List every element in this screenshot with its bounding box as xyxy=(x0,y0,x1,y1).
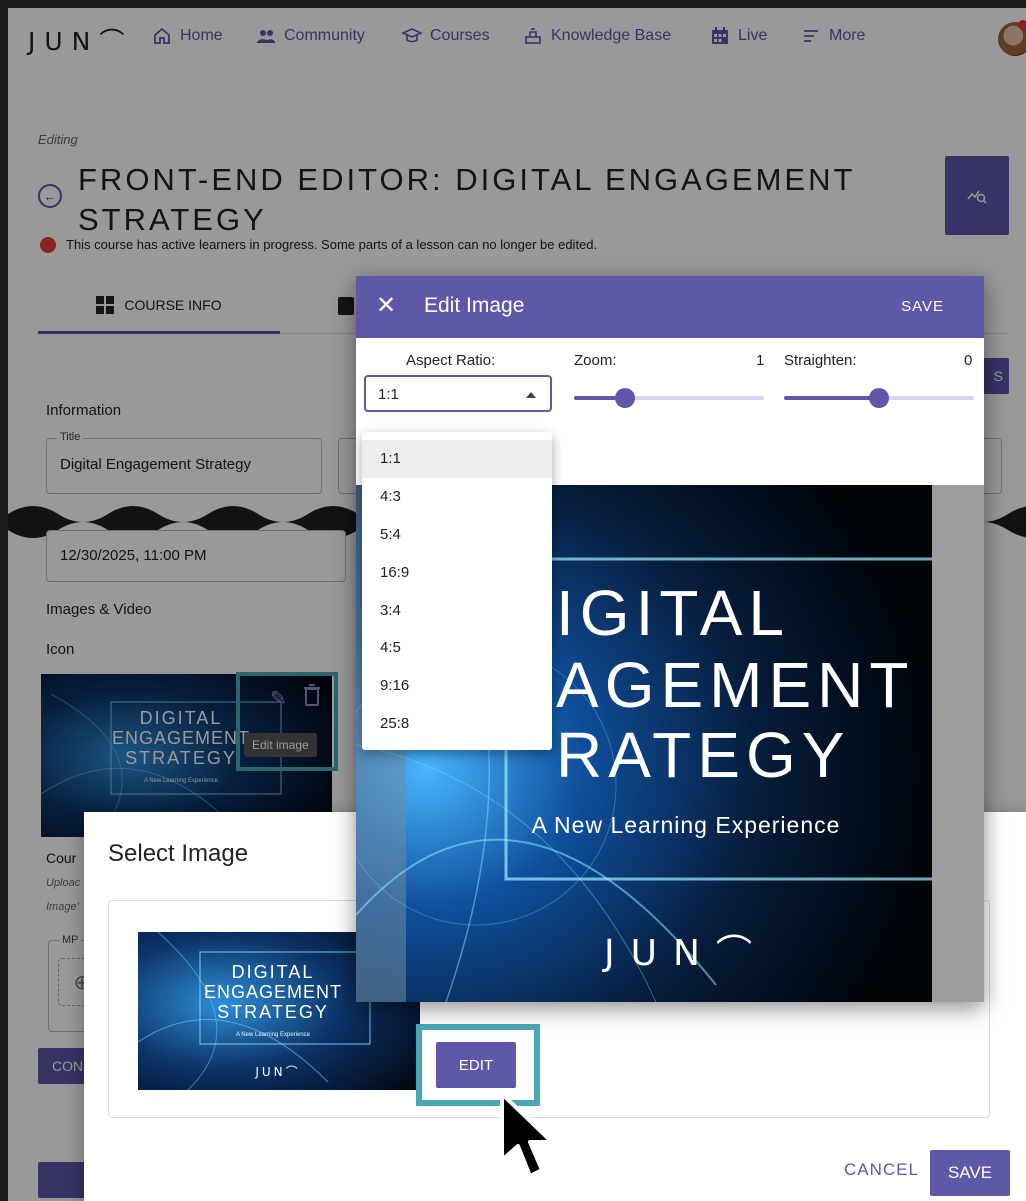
straighten-label: Straighten: xyxy=(784,352,857,369)
pencil-icon[interactable]: ✎ xyxy=(270,686,287,711)
analytics-button[interactable] xyxy=(945,156,1009,235)
nav-community-label: Community xyxy=(284,27,365,44)
zoom-label: Zoom: xyxy=(574,352,617,369)
edit-image-dialog: ✕ Edit Image SAVE Aspect Ratio: 1:1 Zoom… xyxy=(356,276,984,1002)
nav-home-label: Home xyxy=(180,27,223,44)
editing-label: Editing xyxy=(38,132,78,147)
upload-hint: Uploac xyxy=(46,877,81,889)
straighten-slider[interactable] xyxy=(784,388,974,408)
nav-courses[interactable]: Courses xyxy=(402,26,490,46)
analytics-search-icon xyxy=(967,190,987,204)
zoom-slider[interactable] xyxy=(574,388,764,408)
back-arrow-icon[interactable]: ← xyxy=(38,184,62,208)
select-thumb-tagline: A New Learning Experience xyxy=(236,1032,311,1038)
thumb-line3: STRATEGY xyxy=(125,748,237,768)
select-thumb-line3: STRATEGY xyxy=(217,1002,329,1022)
edit-image-header: ✕ Edit Image SAVE xyxy=(356,276,984,338)
aspect-ratio-dropdown: 1:1 4:3 5:4 16:9 3:4 4:5 9:16 25:8 xyxy=(362,432,552,750)
preview-line1: IGITAL xyxy=(556,577,790,649)
preview-line3: RATEGY xyxy=(556,719,850,791)
book-icon[interactable] xyxy=(338,297,354,315)
preview-tagline: A New Learning Experience xyxy=(532,812,841,838)
information-label: Information xyxy=(46,402,122,419)
aspect-option[interactable]: 4:3 xyxy=(362,478,552,516)
select-thumb-line2: ENGAGEMENT xyxy=(204,982,342,1002)
top-nav: JUN⌒ Home Community Courses Knowledge Ba… xyxy=(8,8,1026,66)
select-thumb-line1: DIGITAL xyxy=(232,962,315,982)
thumb-tagline: A New Learning Experience xyxy=(144,778,219,784)
aspect-option[interactable]: 1:1 xyxy=(362,440,552,478)
straighten-slider-fill xyxy=(784,396,879,400)
title-value: Digital Engagement Strategy xyxy=(60,456,251,473)
edit-image-title: Edit Image xyxy=(424,294,525,317)
aspect-option[interactable]: 9:16 xyxy=(362,667,552,705)
date-field[interactable]: 12/30/2025, 11:00 PM xyxy=(46,530,346,582)
edit-image-tooltip: Edit image xyxy=(244,733,317,757)
trash-icon[interactable] xyxy=(303,684,321,706)
nav-knowledge-base-label: Knowledge Base xyxy=(551,27,672,44)
zoom-value: 1 xyxy=(756,352,765,369)
nav-more[interactable]: More xyxy=(801,26,865,46)
aspect-ratio-select[interactable]: 1:1 xyxy=(364,375,552,412)
preview-line2: AGEMENT xyxy=(556,649,914,721)
tab-course-info[interactable]: COURSE INFO xyxy=(38,278,280,334)
aspect-option[interactable]: 25:8 xyxy=(362,705,552,743)
close-icon[interactable]: ✕ xyxy=(376,292,396,320)
straighten-value: 0 xyxy=(964,352,973,369)
icon-label: Icon xyxy=(46,641,75,658)
date-value: 12/30/2025, 11:00 PM xyxy=(60,547,207,564)
nav-home[interactable]: Home xyxy=(152,26,223,46)
nav-live[interactable]: Live xyxy=(710,26,767,46)
mouse-cursor-icon xyxy=(500,1092,554,1178)
menu-icon xyxy=(804,30,818,42)
image-hint: Image' xyxy=(46,901,79,913)
dashboard-icon xyxy=(96,295,115,314)
cancel-button[interactable]: CANCEL xyxy=(844,1160,919,1180)
course-image-label: Cour xyxy=(46,850,77,866)
home-icon xyxy=(154,27,170,44)
thumb-line1: DIGITAL xyxy=(140,708,223,728)
graduation-cap-icon xyxy=(402,28,422,43)
caret-up-icon xyxy=(526,392,536,398)
nav-more-label: More xyxy=(829,27,866,44)
save-button[interactable]: SAVE xyxy=(930,1150,1010,1196)
juno-logo[interactable]: JUN⌒ xyxy=(28,22,133,58)
aspect-option[interactable]: 4:5 xyxy=(362,629,552,667)
app-frame: JUN⌒ Home Community Courses Knowledge Ba… xyxy=(8,8,1026,1201)
nav-community[interactable]: Community xyxy=(256,26,365,46)
title-legend: Title xyxy=(57,431,84,443)
select-thumb-brand: JUN⌒ xyxy=(254,1065,300,1079)
nav-knowledge-base[interactable]: Knowledge Base xyxy=(523,26,671,46)
straighten-slider-thumb[interactable] xyxy=(869,388,889,408)
edit-image-save-button[interactable]: SAVE xyxy=(901,298,944,315)
knowledge-base-icon xyxy=(525,28,541,44)
aspect-ratio-value: 1:1 xyxy=(378,386,399,403)
aspect-ratio-label: Aspect Ratio: xyxy=(406,352,496,369)
nav-live-label: Live xyxy=(738,27,768,44)
warning-dot xyxy=(40,237,56,253)
aspect-option[interactable]: 3:4 xyxy=(362,591,552,629)
community-icon xyxy=(257,30,275,43)
zoom-slider-thumb[interactable] xyxy=(615,388,636,408)
aspect-option[interactable]: 16:9 xyxy=(362,553,552,591)
notification-dot xyxy=(1018,20,1026,30)
mp4-legend: MP xyxy=(60,934,81,946)
calendar-icon xyxy=(712,27,728,44)
preview-brand: JUN⌒ xyxy=(602,933,768,974)
select-image-title: Select Image xyxy=(108,840,249,867)
nav-courses-label: Courses xyxy=(430,27,490,44)
thumb-line2: ENGAGEMENT xyxy=(112,728,250,748)
edit-image-button[interactable]: EDIT xyxy=(436,1042,516,1088)
warning-text: This course has active learners in progr… xyxy=(66,237,598,252)
images-video-label: Images & Video xyxy=(46,601,152,618)
tab-course-info-label: COURSE INFO xyxy=(124,296,222,313)
page-title: FRONT-END EDITOR: DIGITAL ENGAGEMENT STR… xyxy=(78,162,855,237)
aspect-option[interactable]: 5:4 xyxy=(362,516,552,554)
title-field[interactable]: Title Digital Engagement Strategy xyxy=(46,431,322,494)
